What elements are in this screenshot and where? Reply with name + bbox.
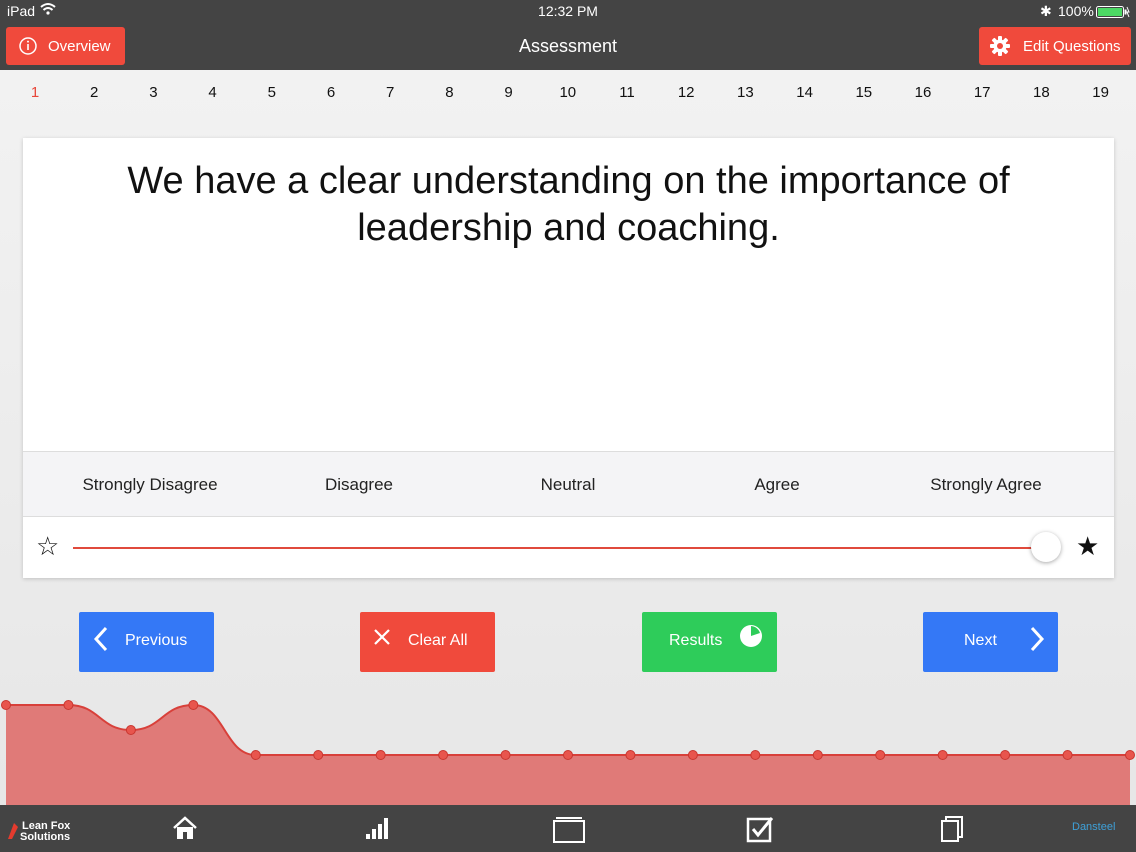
question-number-2[interactable]: 2 — [74, 84, 114, 101]
question-number-10[interactable]: 10 — [548, 84, 588, 101]
results-button[interactable]: Results — [642, 612, 777, 672]
star-filled-icon: ★ — [1076, 531, 1100, 561]
scale-label-strongly-disagree[interactable]: Strongly Disagree — [50, 475, 250, 495]
footer-bar: Lean Fox Solutions Dansteel — [0, 805, 1136, 852]
graph-point-1 — [1, 700, 11, 710]
question-number-5[interactable]: 5 — [252, 84, 292, 101]
graph-point-11 — [625, 750, 636, 760]
question-number-18[interactable]: 18 — [1021, 84, 1061, 101]
graph-point-7 — [375, 750, 386, 760]
battery-percent: 100% — [1058, 3, 1094, 19]
navigation-bar: Overview Assessment Edit Questions — [0, 22, 1136, 70]
graph-point-18 — [1062, 750, 1073, 760]
graph-point-5 — [250, 750, 261, 760]
question-number-15[interactable]: 15 — [844, 84, 884, 101]
question-number-bar: 1 2 3 4 5 6 7 8 9 10 11 12 13 14 15 16 17 18 19 — [0, 70, 1136, 116]
checkbox-icon[interactable] — [746, 815, 774, 848]
folder-icon[interactable] — [553, 815, 585, 848]
rating-slider[interactable]: ☆ ★ — [23, 516, 1114, 578]
graph-point-8 — [438, 750, 449, 760]
question-number-1[interactable]: 1 — [15, 84, 55, 101]
question-number-4[interactable]: 4 — [193, 84, 233, 101]
graph-point-12 — [687, 750, 698, 760]
graph-point-14 — [812, 750, 823, 760]
question-number-7[interactable]: 7 — [370, 84, 410, 101]
scale-label-strongly-agree[interactable]: Strongly Agree — [886, 475, 1086, 495]
clear-all-label: Clear All — [408, 632, 468, 649]
question-text: We have a clear understanding on the imp… — [127, 160, 1010, 249]
graph-point-17 — [1000, 750, 1011, 760]
graph-point-9 — [500, 750, 511, 760]
question-number-11[interactable]: 11 — [607, 84, 647, 101]
brand-logo: Dansteel — [1072, 821, 1116, 833]
graph-point-16 — [937, 750, 948, 760]
graph-point-10 — [563, 750, 573, 760]
results-label: Results — [669, 632, 723, 649]
question-number-12[interactable]: 12 — [666, 84, 706, 101]
previous-label: Previous — [125, 632, 188, 649]
page-title: Assessment — [518, 36, 618, 56]
edit-questions-label: Edit Questions — [1023, 37, 1121, 55]
graph-point-4 — [188, 700, 199, 710]
graph-point-19 — [1125, 750, 1135, 760]
next-button[interactable]: Next — [923, 612, 1058, 672]
graph-point-15 — [875, 750, 886, 760]
next-label: Next — [964, 632, 997, 649]
logo-line-2: Solutions — [20, 831, 71, 843]
slider-track[interactable] — [73, 547, 1048, 549]
chevron-right-icon — [1029, 626, 1045, 657]
previous-button[interactable]: Previous — [79, 612, 214, 672]
graph-point-6 — [313, 750, 324, 760]
graph-point-3 — [125, 725, 136, 735]
question-number-16[interactable]: 16 — [903, 84, 943, 101]
bar-chart-icon[interactable] — [364, 815, 390, 846]
question-card: We have a clear understanding on the imp… — [23, 138, 1114, 578]
rating-scale: Strongly Disagree Disagree Neutral Agree… — [23, 451, 1114, 517]
question-number-3[interactable]: 3 — [133, 84, 173, 101]
question-number-13[interactable]: 13 — [725, 84, 765, 101]
question-number-8[interactable]: 8 — [429, 84, 469, 101]
status-time: 12:32 PM — [538, 3, 598, 19]
status-bar: iPad 12:32 PM ✱ 100% — [0, 0, 1136, 22]
edit-questions-button[interactable]: Edit Questions — [979, 27, 1131, 65]
graph-point-2 — [63, 700, 74, 710]
bluetooth-icon: ✱ — [1040, 3, 1052, 19]
answers-graph — [1, 700, 1135, 805]
lean-fox-logo: Lean Fox Solutions — [6, 821, 70, 843]
graph-point-13 — [750, 750, 761, 760]
battery-icon — [1096, 5, 1130, 21]
gear-icon — [989, 35, 1011, 57]
clear-all-button[interactable]: Clear All — [360, 612, 495, 672]
pie-chart-icon — [739, 624, 763, 653]
home-icon[interactable] — [172, 815, 198, 846]
question-number-17[interactable]: 17 — [962, 84, 1002, 101]
scale-label-neutral[interactable]: Neutral — [468, 475, 668, 495]
question-number-14[interactable]: 14 — [785, 84, 825, 101]
scale-label-disagree[interactable]: Disagree — [259, 475, 459, 495]
question-number-9[interactable]: 9 — [489, 84, 529, 101]
close-icon — [373, 628, 391, 651]
star-outline-icon: ☆ — [36, 531, 60, 561]
question-number-19[interactable]: 19 — [1081, 84, 1121, 101]
scale-label-agree[interactable]: Agree — [677, 475, 877, 495]
question-number-6[interactable]: 6 — [311, 84, 351, 101]
chevron-left-icon — [93, 626, 109, 657]
documents-icon[interactable] — [940, 815, 964, 848]
slider-thumb[interactable] — [1031, 532, 1061, 562]
